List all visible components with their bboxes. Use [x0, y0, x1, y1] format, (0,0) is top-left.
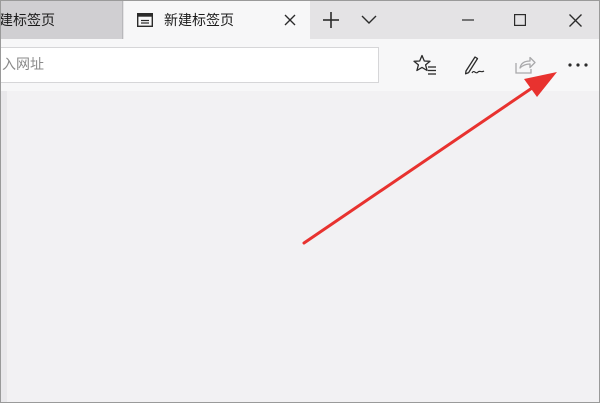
- web-note-button[interactable]: [458, 49, 490, 81]
- star-list-icon: [413, 54, 436, 75]
- maximize-button[interactable]: [497, 1, 543, 39]
- pen-icon: [464, 56, 485, 75]
- minimize-button[interactable]: [445, 1, 491, 39]
- tab-list-button[interactable]: [351, 1, 387, 39]
- favorites-button[interactable]: [409, 49, 441, 81]
- new-tab-button[interactable]: [313, 1, 349, 39]
- tab-inactive[interactable]: 建标签页: [0, 1, 123, 39]
- minimize-icon: [462, 19, 474, 21]
- share-icon: [515, 56, 536, 74]
- address-input[interactable]: [2, 57, 378, 73]
- maximize-icon: [514, 14, 526, 26]
- window-close-button[interactable]: [552, 1, 598, 39]
- address-bar[interactable]: [1, 47, 379, 83]
- tab-label: 建标签页: [0, 13, 55, 29]
- tab-active[interactable]: 新建标签页: [124, 1, 310, 39]
- tab-label: 新建标签页: [164, 13, 234, 29]
- close-icon: [568, 13, 582, 27]
- newtab-page-icon: [136, 12, 154, 28]
- close-icon: [284, 14, 296, 26]
- left-edge: [1, 91, 7, 402]
- plus-icon: [323, 12, 339, 28]
- more-button[interactable]: [562, 49, 594, 81]
- tab-bar: 建标签页 新建标签页: [1, 1, 599, 39]
- more-icon: [568, 63, 588, 67]
- tab-close-button[interactable]: [282, 12, 298, 28]
- share-button[interactable]: [509, 49, 541, 81]
- navigation-toolbar: [1, 39, 599, 91]
- page-content: [1, 91, 599, 402]
- browser-window: 建标签页 新建标签页: [0, 0, 600, 403]
- chevron-down-icon: [361, 15, 377, 24]
